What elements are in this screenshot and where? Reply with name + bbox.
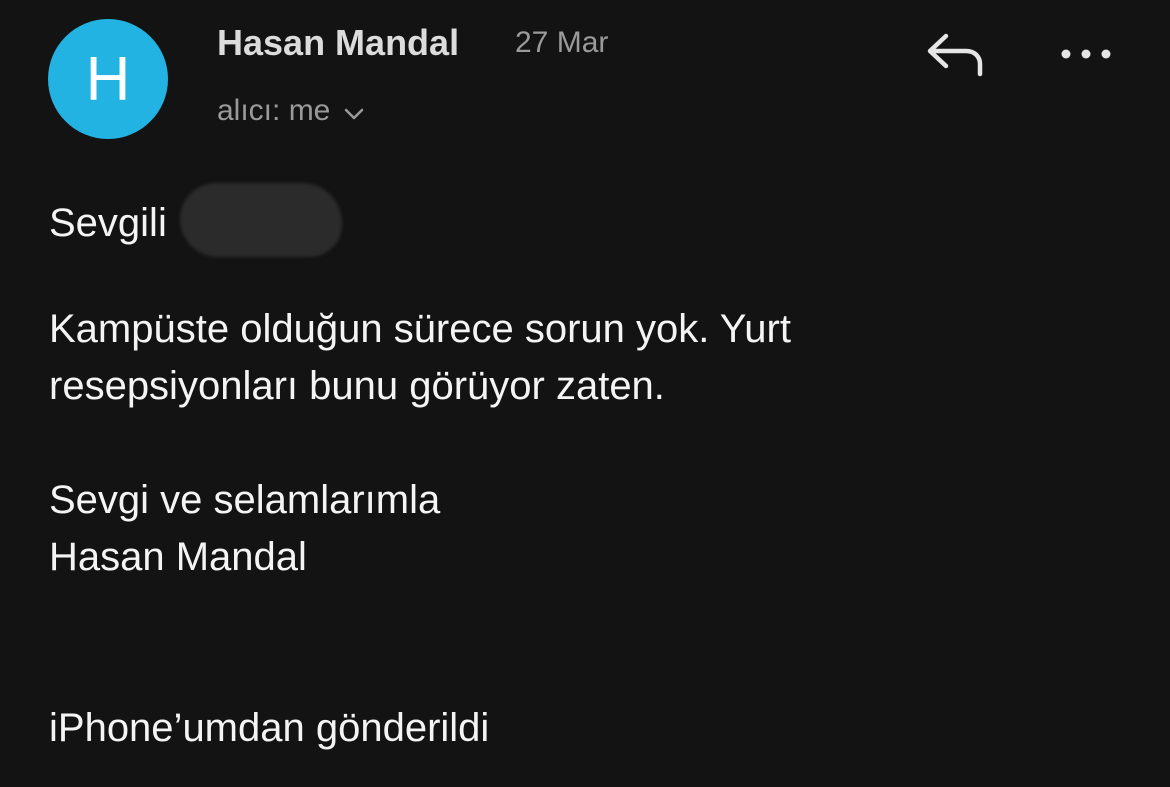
avatar[interactable]: H bbox=[48, 19, 168, 139]
sender-name[interactable]: Hasan Mandal bbox=[217, 22, 459, 64]
greeting-line: Sevgili bbox=[49, 183, 342, 257]
message-paragraph: Kampüste olduğun sürece sorun yok. Yurt … bbox=[49, 301, 791, 415]
paragraph-line: Kampüste olduğun sürece sorun yok. Yurt bbox=[49, 307, 791, 351]
closing-line: Sevgi ve selamlarımla bbox=[49, 478, 441, 522]
avatar-letter: H bbox=[85, 45, 131, 114]
greeting-text: Sevgili bbox=[49, 200, 167, 245]
message-date: 27 Mar bbox=[515, 26, 609, 59]
reply-icon[interactable] bbox=[924, 30, 986, 80]
redacted-name bbox=[179, 183, 342, 257]
more-horizontal-icon[interactable] bbox=[1058, 40, 1114, 68]
closing-line: Hasan Mandal bbox=[49, 535, 307, 579]
recipient-details-toggle[interactable]: alıcı: me bbox=[217, 94, 364, 128]
chevron-down-icon bbox=[345, 108, 364, 120]
message-closing: Sevgi ve selamlarımla Hasan Mandal bbox=[49, 472, 440, 586]
paragraph-line: resepsiyonları bunu görüyor zaten. bbox=[49, 364, 665, 408]
email-signature: iPhone’umdan gönderildi bbox=[49, 706, 490, 750]
recipient-label: alıcı: me bbox=[217, 94, 331, 127]
